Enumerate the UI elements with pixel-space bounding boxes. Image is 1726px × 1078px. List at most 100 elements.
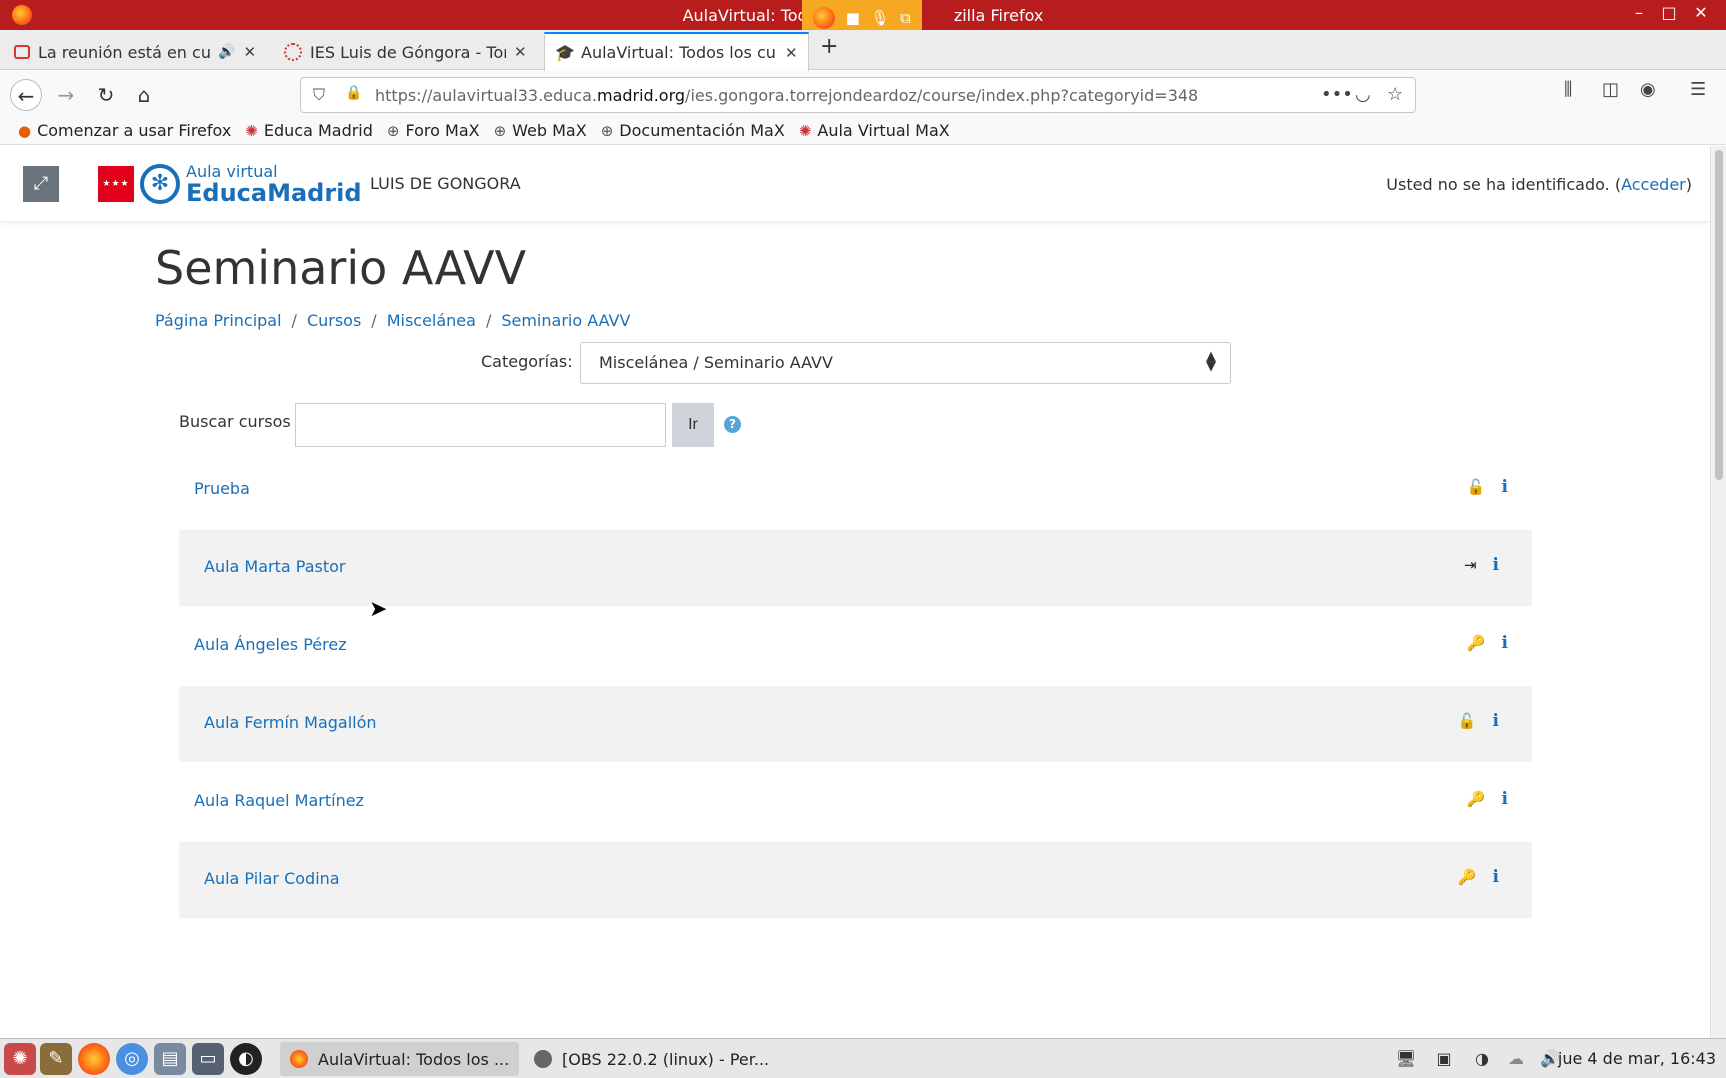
clock[interactable]: jue 4 de mar, 16:43 [1558, 1049, 1716, 1068]
bookmark-item[interactable]: ● Comenzar a usar Firefox [18, 121, 231, 140]
lock-icon[interactable]: 🔒 [345, 85, 362, 101]
help-icon[interactable]: ? [724, 416, 741, 433]
clipboard-tray-icon[interactable]: ▣ [1430, 1045, 1458, 1073]
tab-label: AulaVirtual: Todos los cursos [581, 43, 777, 62]
educamadrid-logo-icon: ✻ [140, 164, 180, 204]
info-icon[interactable]: i [1502, 789, 1508, 809]
reload-button[interactable]: ↻ [90, 79, 122, 111]
category-select[interactable]: Miscelánea / Seminario AAVV ▲ ▼ [580, 342, 1231, 384]
tab-ies-gongora[interactable]: IES Luis de Góngora - Torrejón ✕ [274, 34, 537, 70]
course-row: Aula Marta Pastor ⇥ i [179, 530, 1532, 606]
sign-in-icon: ⇥ [1463, 556, 1477, 574]
bookmark-item[interactable]: ✺ Educa Madrid [245, 121, 373, 140]
educamadrid-icon: ✺ [798, 121, 812, 140]
page-scrollbar[interactable] [1710, 146, 1726, 1038]
shield-icon[interactable]: ⛉ [313, 85, 325, 105]
taskbar-window-obs[interactable]: [OBS 22.0.2 (linux) - Per... [524, 1042, 779, 1076]
tab-aulavirtual[interactable]: 🎓 AulaVirtual: Todos los cursos ✕ [544, 32, 809, 71]
speaker-icon[interactable]: 🔊 [218, 44, 235, 60]
course-link[interactable]: Prueba [194, 479, 250, 498]
tab-meeting[interactable]: La reunión está en curso 🔊 ✕ [4, 34, 266, 70]
bookmark-star-icon[interactable]: ☆ [1387, 84, 1403, 105]
login-link[interactable]: Acceder [1621, 175, 1686, 194]
key-icon: 🔑 [1466, 790, 1486, 808]
navigation-toolbar: ← → ↻ ⌂ ⛉ 🔒 https://aulavirtual33.educa.… [0, 71, 1726, 117]
expand-icon[interactable]: ⤢ [23, 166, 59, 202]
home-button[interactable]: ⌂ [128, 79, 160, 111]
graduation-cap-icon: 🎓 [555, 42, 575, 62]
terminal-icon[interactable]: ▭ [192, 1043, 224, 1075]
bookmarks-toolbar: ● Comenzar a usar Firefox ✺ Educa Madrid ⊕… [0, 117, 1726, 145]
search-go-button[interactable]: Ir [672, 403, 714, 447]
new-tab-button[interactable]: + [820, 34, 838, 59]
forward-button[interactable]: → [50, 79, 82, 111]
educamadrid-icon [284, 43, 302, 61]
maximize-button[interactable]: □ [1657, 3, 1681, 27]
url-text[interactable]: https://aulavirtual33.educa.madrid.org/i… [375, 86, 1198, 105]
scrollbar-thumb[interactable] [1715, 150, 1723, 480]
back-button[interactable]: ← [10, 79, 42, 111]
monitor-tray-icon[interactable]: 🖥 [1392, 1045, 1420, 1073]
search-label: Buscar cursos [179, 412, 291, 431]
select-arrows-icon: ▲ ▼ [1206, 349, 1216, 374]
obs-icon [534, 1050, 552, 1068]
app-menu-icon[interactable]: ✺ [4, 1043, 36, 1075]
search-courses-input[interactable] [295, 403, 666, 447]
bookmark-item[interactable]: ✺ Aula Virtual MaX [799, 121, 950, 140]
close-tab-icon[interactable]: ✕ [514, 43, 527, 61]
course-link[interactable]: Aula Marta Pastor [204, 557, 345, 576]
minimize-button[interactable]: – [1627, 3, 1651, 27]
obs-launcher-icon[interactable]: ◐ [230, 1043, 262, 1075]
breadcrumb-separator: / [485, 311, 492, 330]
key-icon: 🔑 [1466, 634, 1486, 652]
tab-label: IES Luis de Góngora - Torrejón [310, 42, 506, 62]
close-tab-icon[interactable]: ✕ [785, 44, 798, 62]
firefox-launcher-icon[interactable] [78, 1043, 110, 1075]
chromium-launcher-icon[interactable]: ◎ [116, 1043, 148, 1075]
course-row: Aula Raquel Martínez 🔑 i [179, 764, 1532, 840]
course-link[interactable]: Aula Fermín Magallón [204, 713, 377, 732]
bookmark-item[interactable]: ⊕ Foro MaX [387, 121, 480, 140]
breadcrumb: Página Principal / Cursos / Miscelánea /… [155, 311, 630, 330]
info-icon[interactable]: i [1493, 555, 1499, 575]
notes-icon[interactable]: ▤ [154, 1043, 186, 1075]
pocket-icon[interactable]: ◡ [1355, 84, 1371, 105]
firefox-icon: ● [18, 121, 32, 140]
network-tray-icon[interactable]: ☁ [1502, 1045, 1530, 1073]
close-window-button[interactable]: ✕ [1689, 3, 1713, 27]
info-icon[interactable]: i [1502, 477, 1508, 497]
account-icon[interactable]: ◉ [1640, 79, 1656, 100]
course-link[interactable]: Aula Ángeles Pérez [194, 635, 347, 654]
screen-share-icon: ⧉ [899, 9, 911, 27]
close-tab-icon[interactable]: ✕ [243, 43, 256, 61]
taskbar-window-firefox[interactable]: AulaVirtual: Todos los ... [280, 1042, 520, 1076]
breadcrumb-current[interactable]: Seminario AAVV [501, 311, 630, 330]
breadcrumb-miscelanea[interactable]: Miscelánea [387, 311, 476, 330]
course-row: Prueba 🔓 i [179, 452, 1532, 528]
window-titlebar: AulaVirtual: Todos zilla Firefox ■ 🎙 ⧉ – … [0, 0, 1726, 36]
educamadrid-icon: ✺ [245, 121, 258, 140]
info-icon[interactable]: i [1493, 711, 1499, 731]
info-icon[interactable]: i [1502, 633, 1508, 653]
url-bar[interactable]: ⛉ 🔒 https://aulavirtual33.educa.madrid.o… [300, 77, 1416, 113]
page-actions-icon[interactable]: ••• [1321, 84, 1353, 105]
course-link[interactable]: Aula Pilar Codina [204, 869, 340, 888]
firefox-sharing-icon [813, 7, 836, 29]
logo-title[interactable]: EducaMadrid [186, 179, 362, 207]
page-title: Seminario AAVV [155, 241, 527, 295]
meeting-icon [14, 45, 30, 59]
breadcrumb-home[interactable]: Página Principal [155, 311, 282, 330]
bookmark-item[interactable]: ⊕ Documentación MaX [601, 121, 785, 140]
site-name[interactable]: LUIS DE GONGORA [370, 174, 521, 193]
info-icon[interactable]: i [1493, 867, 1499, 887]
menu-icon[interactable]: ☰ [1690, 79, 1706, 100]
sidebar-icon[interactable]: ◫ [1602, 79, 1619, 100]
obs-tray-icon[interactable]: ◑ [1468, 1045, 1496, 1073]
bookmark-item[interactable]: ⊕ Web MaX [494, 121, 587, 140]
breadcrumb-courses[interactable]: Cursos [307, 311, 361, 330]
library-icon[interactable]: ⫼ [1564, 79, 1572, 100]
key-icon: 🔑 [1457, 868, 1477, 886]
camera-icon: ■ [845, 9, 860, 27]
course-link[interactable]: Aula Raquel Martínez [194, 791, 364, 810]
text-editor-icon[interactable]: ✎ [40, 1043, 72, 1075]
